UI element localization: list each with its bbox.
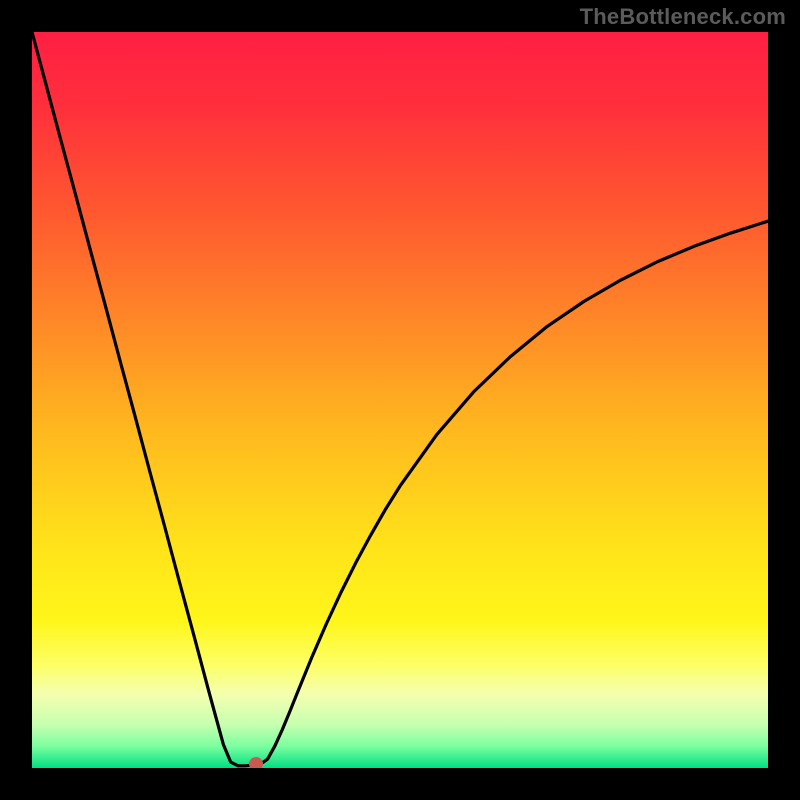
optimal-point-marker <box>249 757 263 768</box>
watermark-text: TheBottleneck.com <box>580 4 786 30</box>
bottleneck-curve <box>32 32 768 768</box>
plot-area <box>32 32 768 768</box>
chart-frame: TheBottleneck.com <box>0 0 800 800</box>
